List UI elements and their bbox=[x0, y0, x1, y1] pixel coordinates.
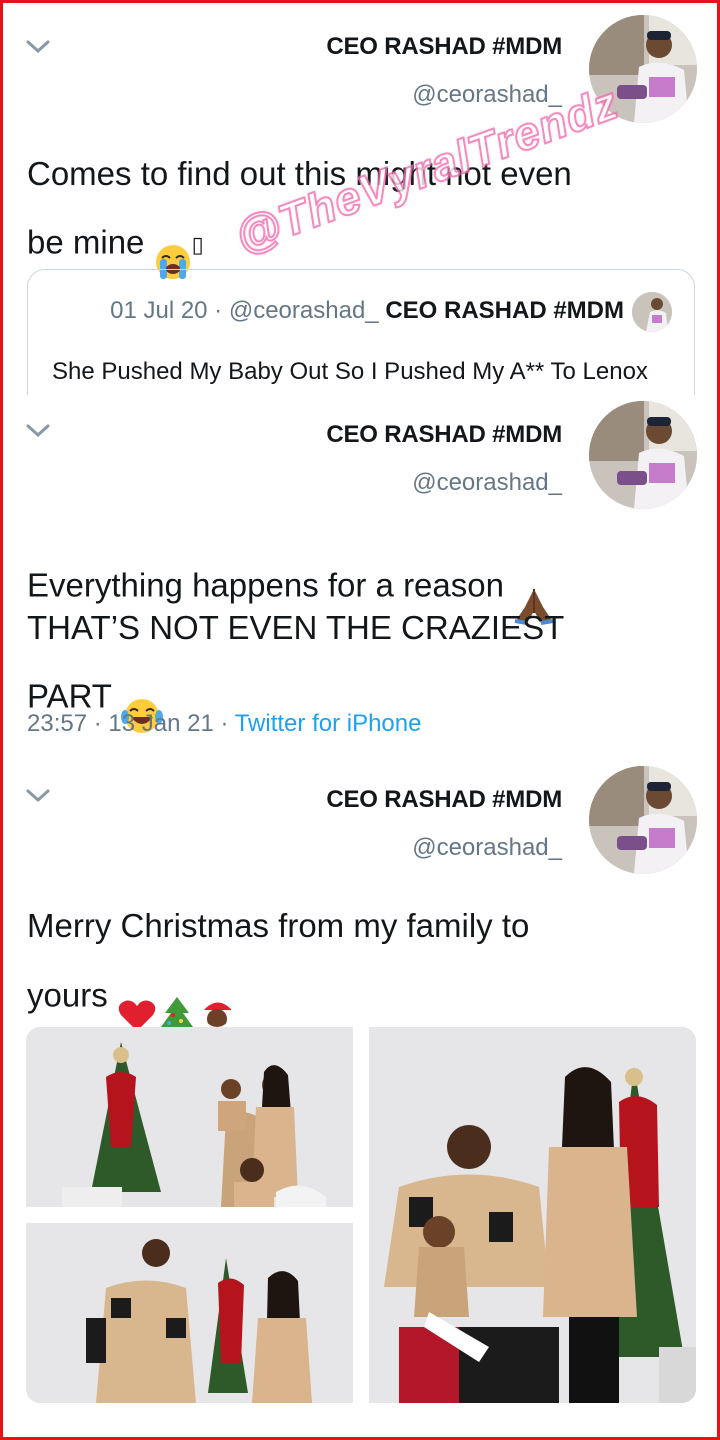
tweet-meta: 23:57 · 13 Jan 21 · Twitter for iPhone bbox=[27, 710, 422, 737]
family-photo-3[interactable] bbox=[369, 1027, 696, 1403]
tweet-1[interactable]: CEO RASHAD #MDM @ceorashad_ Comes to fin… bbox=[3, 3, 717, 395]
author-handle[interactable]: @ceorashad_ bbox=[412, 469, 562, 497]
family-photo-2[interactable] bbox=[26, 1223, 353, 1403]
chevron-down-icon[interactable] bbox=[25, 786, 51, 806]
family-photo-1[interactable] bbox=[26, 1027, 353, 1207]
tweet-3[interactable]: CEO RASHAD #MDM @ceorashad_ Merry Christ… bbox=[3, 748, 717, 1437]
quoted-avatar bbox=[632, 292, 672, 332]
author-name[interactable]: CEO RASHAD #MDM bbox=[326, 786, 562, 814]
source-link[interactable]: Twitter for iPhone bbox=[235, 710, 422, 737]
chevron-down-icon[interactable] bbox=[25, 421, 51, 441]
author-name[interactable]: CEO RASHAD #MDM bbox=[326, 421, 562, 449]
author-name[interactable]: CEO RASHAD #MDM bbox=[326, 33, 562, 61]
tweet-text: Merry Christmas from my family to yours bbox=[27, 903, 677, 1047]
avatar[interactable] bbox=[589, 401, 697, 509]
author-handle[interactable]: @ceorashad_ bbox=[412, 834, 562, 862]
tweet-2[interactable]: CEO RASHAD #MDM @ceorashad_ Everything h… bbox=[3, 395, 717, 748]
quoted-tweet[interactable]: 01 Jul 20 · @ceorashad_ CEO RASHAD #MDM … bbox=[27, 269, 695, 395]
quoted-meta: 01 Jul 20 · @ceorashad_ CEO RASHAD #MDM bbox=[110, 297, 624, 324]
avatar[interactable] bbox=[589, 766, 697, 874]
chevron-down-icon[interactable] bbox=[25, 37, 51, 57]
quoted-text: She Pushed My Baby Out So I Pushed My A*… bbox=[52, 358, 648, 385]
